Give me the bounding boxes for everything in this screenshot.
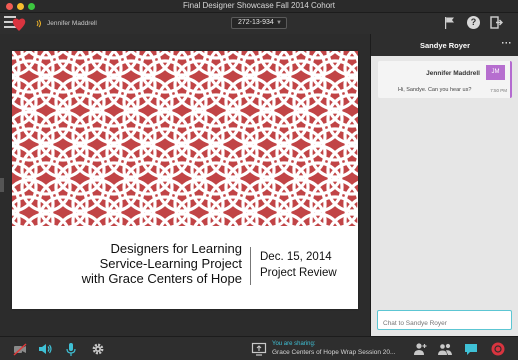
presentation-slide: Designers for Learning Service-Learning … [12, 51, 358, 309]
chevron-down-icon: ▼ [276, 20, 282, 26]
window-title: Final Designer Showcase Fall 2014 Cohort [182, 1, 336, 10]
chat-message: Jennifer Maddrell JM Hi, Sandye. Can you… [378, 61, 512, 98]
slide-divider [250, 247, 251, 285]
chat-icon[interactable] [463, 341, 479, 357]
record-icon[interactable] [490, 341, 506, 357]
sharing-document-name: Grace Centers of Hope Wrap Session 20... [272, 349, 396, 356]
chat-input[interactable] [377, 310, 512, 330]
slide-title: Designers for Learning Service-Learning … [12, 241, 242, 286]
help-icon[interactable]: ? [467, 16, 480, 29]
attendees-icon[interactable] [437, 341, 453, 357]
avatar: JM [486, 65, 505, 80]
session-id-value: 272-13-934 [238, 19, 274, 26]
add-attendee-icon[interactable] [412, 341, 428, 357]
chat-header: Sandye Royer ··· [371, 34, 518, 56]
chat-panel: Sandye Royer ··· Jennifer Maddrell JM Hi… [370, 34, 518, 336]
presentation-stage: Designers for Learning Service-Learning … [0, 34, 370, 336]
exit-icon[interactable] [490, 16, 503, 29]
app-window: Final Designer Showcase Fall 2014 Cohort… [0, 0, 518, 360]
flag-icon[interactable] [444, 16, 455, 29]
slide-title-line-3: with Grace Centers of Hope [81, 271, 242, 286]
bottom-toolbar: You are sharing: Grace Centers of Hope W… [0, 336, 518, 360]
panel-resize-handle[interactable] [0, 178, 4, 192]
chat-message-sender: Jennifer Maddrell [426, 70, 480, 77]
settings-gear-icon[interactable] [90, 341, 106, 357]
slide-pattern [12, 51, 358, 226]
slide-subtitle: Project Review [260, 267, 337, 279]
slide-date-block: Dec. 15, 2014 Project Review [260, 249, 337, 281]
top-toolbar: Jennifer Maddrell 272-13-934 ▼ ? [0, 13, 518, 34]
chat-recipient-name: Sandye Royer [419, 41, 471, 50]
camera-off-icon[interactable] [12, 341, 28, 357]
screen-share-icon[interactable] [251, 341, 267, 357]
presenter-name: Jennifer Maddrell [47, 20, 97, 27]
session-id-dropdown[interactable]: 272-13-934 ▼ [231, 17, 287, 29]
chat-message-time: 7:50 PM [490, 88, 507, 93]
app-logo-icon [12, 18, 26, 31]
slide-date: Dec. 15, 2014 [260, 251, 332, 263]
speaker-icon[interactable] [37, 341, 53, 357]
slide-title-line-1: Designers for Learning [110, 241, 242, 256]
slide-title-line-2: Service-Learning Project [99, 256, 242, 271]
microphone-icon[interactable] [63, 341, 79, 357]
chat-message-text: Hi, Sandye. Can you hear us? [398, 87, 472, 93]
title-bar: Final Designer Showcase Fall 2014 Cohort [0, 0, 518, 13]
sharing-status-label: You are sharing: [272, 341, 316, 347]
more-options-icon[interactable]: ··· [502, 38, 513, 48]
audio-level-icon [36, 19, 41, 28]
